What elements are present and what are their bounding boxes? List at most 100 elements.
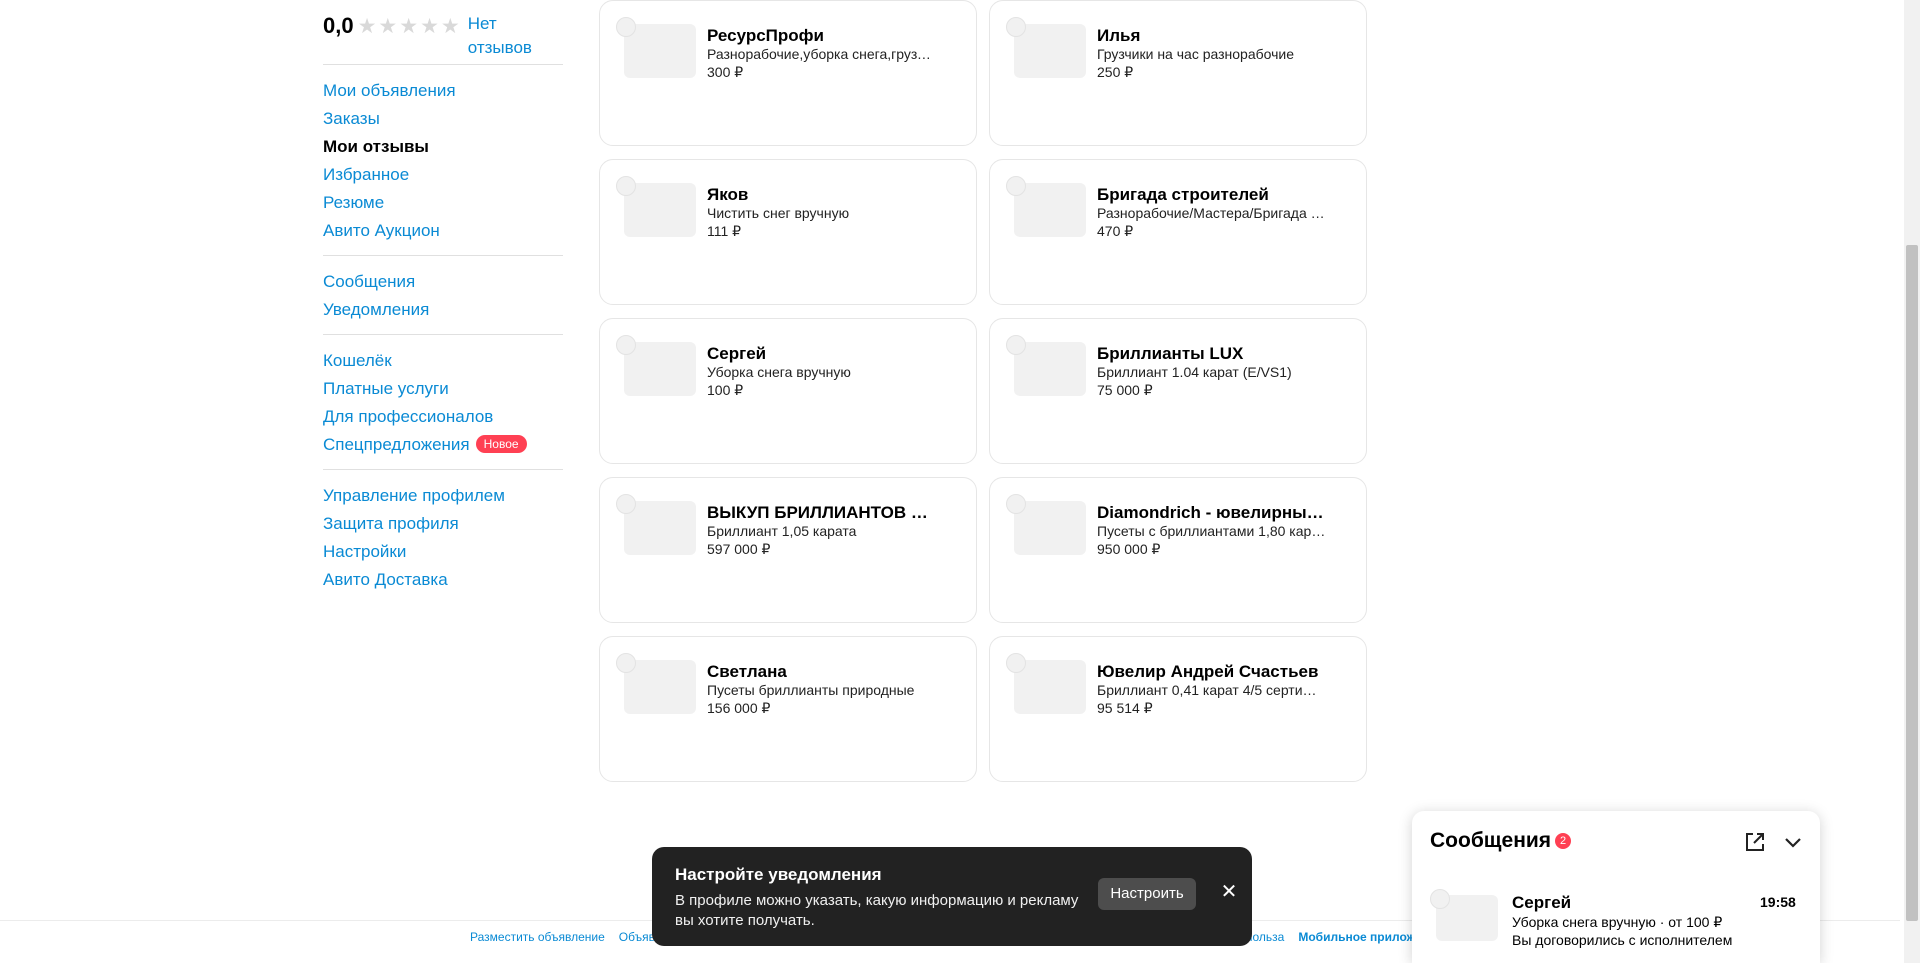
review-card[interactable]: Илья Грузчики на час разнорабочие 250 ₽ bbox=[989, 0, 1367, 146]
review-card[interactable]: ВЫКУП БРИЛЛИАНТОВ И ЧАСОВ Бриллиант 1,05… bbox=[599, 477, 977, 623]
menu-for-professionals[interactable]: Для профессионалов bbox=[323, 403, 563, 431]
new-badge: Новое bbox=[475, 435, 527, 453]
rating-value: 0,0 bbox=[323, 13, 354, 38]
chevron-down-icon[interactable] bbox=[1780, 829, 1806, 855]
avatar bbox=[616, 176, 636, 196]
avatar bbox=[1006, 494, 1026, 514]
message-preview: Вы договорились с исполнителем bbox=[1512, 932, 1733, 948]
avatar bbox=[616, 335, 636, 355]
menu-my-reviews[interactable]: Мои отзывы bbox=[323, 133, 563, 161]
card-desc: Бриллиант 0,41 карат 4/5 сертификат bbox=[1097, 682, 1327, 698]
card-price: 470 ₽ bbox=[1097, 223, 1134, 239]
card-desc: Бриллиант 1.04 карат (E/VS1) bbox=[1097, 364, 1292, 380]
card-desc: Бриллиант 1,05 карата bbox=[707, 523, 857, 539]
menu-notifications[interactable]: Уведомления bbox=[323, 296, 563, 324]
messenger-title-text: Сообщения bbox=[1430, 829, 1552, 852]
menu-special-offers[interactable]: Спецпредложения bbox=[323, 435, 470, 454]
review-card[interactable]: Diamondrich - ювелирный дом Пусеты с бри… bbox=[989, 477, 1367, 623]
card-price: 111 ₽ bbox=[707, 223, 742, 239]
menu-settings[interactable]: Настройки bbox=[323, 538, 563, 566]
message-sender: Сергей bbox=[1512, 893, 1572, 912]
card-title: ВЫКУП БРИЛЛИАНТОВ И ЧАСОВ bbox=[707, 503, 937, 522]
card-desc: Пусеты бриллианты природные bbox=[707, 682, 915, 698]
avatar bbox=[1006, 653, 1026, 673]
menu-favorites[interactable]: Избранное bbox=[323, 161, 563, 189]
message-subject: Уборка снега вручную · от 100 ₽ bbox=[1512, 914, 1723, 930]
star-icon: ★ bbox=[420, 15, 439, 38]
page-scrollbar[interactable] bbox=[1904, 0, 1920, 963]
menu-group-main: Мои объявления Заказы Мои отзывы Избранн… bbox=[323, 77, 563, 245]
messenger-title: Сообщения 2 bbox=[1430, 829, 1572, 853]
card-desc: Чистить снег вручную bbox=[707, 205, 850, 221]
notification-toast: Настройте уведомления В профиле можно ук… bbox=[652, 847, 1252, 946]
avatar bbox=[1006, 176, 1026, 196]
profile-sidebar: 0,0 ★ ★ ★ ★ ★ Нет отзывов Мои объявления… bbox=[323, 0, 563, 594]
card-desc: Разнорабочие/Мастера/Бригада строителей bbox=[1097, 205, 1327, 221]
divider bbox=[323, 64, 563, 65]
card-desc: Уборка снега вручную bbox=[707, 364, 851, 380]
card-price: 95 514 ₽ bbox=[1097, 700, 1153, 716]
menu-my-ads[interactable]: Мои объявления bbox=[323, 77, 563, 105]
menu-group-messages: Сообщения Уведомления bbox=[323, 268, 563, 324]
card-image bbox=[624, 660, 696, 714]
avatar bbox=[1430, 889, 1450, 909]
footer-link-post-ad[interactable]: Разместить объявление bbox=[470, 930, 605, 944]
scrollbar-thumb[interactable] bbox=[1906, 245, 1918, 921]
card-image bbox=[1014, 342, 1086, 396]
card-title: Илья bbox=[1097, 26, 1141, 45]
avatar bbox=[1006, 335, 1026, 355]
divider bbox=[323, 255, 563, 256]
menu-resume[interactable]: Резюме bbox=[323, 189, 563, 217]
card-price: 156 000 ₽ bbox=[707, 700, 771, 716]
menu-profile-management[interactable]: Управление профилем bbox=[323, 482, 563, 510]
rating-stars: ★ ★ ★ ★ ★ bbox=[358, 15, 460, 38]
review-card[interactable]: Бригада строителей Разнорабочие/Мастера/… bbox=[989, 159, 1367, 305]
close-icon[interactable]: ✕ bbox=[1217, 880, 1241, 904]
menu-wallet[interactable]: Кошелёк bbox=[323, 347, 563, 375]
divider bbox=[323, 334, 563, 335]
review-card[interactable]: Яков Чистить снег вручную 111 ₽ bbox=[599, 159, 977, 305]
card-title: Бригада строителей bbox=[1097, 185, 1269, 204]
card-price: 100 ₽ bbox=[707, 382, 744, 398]
card-desc: Разнорабочие,уборка снега,грузчики bbox=[707, 46, 937, 62]
avatar bbox=[616, 494, 636, 514]
star-icon: ★ bbox=[399, 15, 419, 38]
star-icon: ★ bbox=[378, 15, 398, 38]
menu-profile-protection[interactable]: Защита профиля bbox=[323, 510, 563, 538]
external-link-icon[interactable] bbox=[1742, 829, 1768, 855]
card-title: РесурсПрофи bbox=[707, 26, 824, 45]
review-card[interactable]: Ювелир Андрей Счастьев Бриллиант 0,41 ка… bbox=[989, 636, 1367, 782]
card-price: 250 ₽ bbox=[1097, 64, 1134, 80]
review-card[interactable]: Светлана Пусеты бриллианты природные 156… bbox=[599, 636, 977, 782]
card-image bbox=[624, 342, 696, 396]
card-title: Яков bbox=[707, 185, 749, 204]
card-title: Сергей bbox=[707, 344, 767, 363]
card-price: 300 ₽ bbox=[707, 64, 744, 80]
card-price: 950 000 ₽ bbox=[1097, 541, 1161, 557]
card-desc: Грузчики на час разнорабочие bbox=[1097, 46, 1295, 62]
menu-avito-delivery[interactable]: Авито Доставка bbox=[323, 566, 563, 594]
menu-avito-auction[interactable]: Авито Аукцион bbox=[323, 217, 563, 245]
review-card[interactable]: Бриллианты LUX Бриллиант 1.04 карат (E/V… bbox=[989, 318, 1367, 464]
messenger-widget: Сообщения 2 Сергей 19:58 Уборка снега вру… bbox=[1412, 811, 1820, 963]
menu-orders[interactable]: Заказы bbox=[323, 105, 563, 133]
toast-text: В профиле можно указать, какую информаци… bbox=[675, 892, 1079, 929]
card-image bbox=[624, 183, 696, 237]
menu-paid-services[interactable]: Платные услуги bbox=[323, 375, 563, 403]
avatar bbox=[616, 17, 636, 37]
star-icon: ★ bbox=[440, 15, 460, 38]
avatar bbox=[1006, 17, 1026, 37]
review-card[interactable]: Сергей Уборка снега вручную 100 ₽ bbox=[599, 318, 977, 464]
menu-special-offers-row[interactable]: Спецпредложения Новое bbox=[323, 431, 563, 459]
card-image bbox=[1014, 660, 1086, 714]
unread-count-badge: 2 bbox=[1555, 833, 1572, 849]
rating-row: 0,0 ★ ★ ★ ★ ★ Нет отзывов bbox=[323, 0, 563, 57]
menu-messages[interactable]: Сообщения bbox=[323, 268, 563, 296]
configure-button[interactable]: Настроить bbox=[1098, 878, 1196, 910]
review-card[interactable]: РесурсПрофи Разнорабочие,уборка снега,гр… bbox=[599, 0, 977, 146]
message-time: 19:58 bbox=[1760, 894, 1796, 910]
card-title: Бриллианты LUX bbox=[1097, 344, 1244, 363]
message-item[interactable]: Сергей 19:58 Уборка снега вручную · от 1… bbox=[1412, 873, 1820, 953]
no-reviews-link[interactable]: Нет отзывов bbox=[468, 12, 548, 60]
card-image bbox=[1014, 24, 1086, 78]
